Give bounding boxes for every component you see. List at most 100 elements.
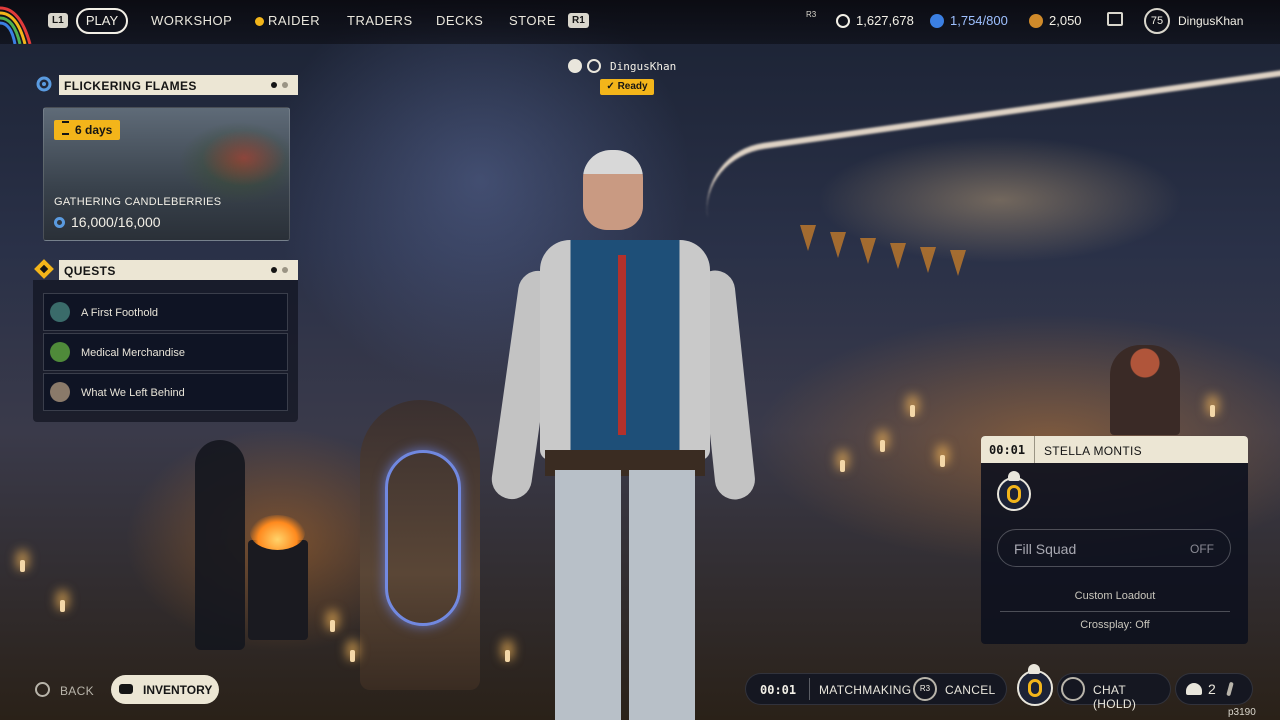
bunting-flag <box>800 225 816 251</box>
coins-value: 1,627,678 <box>856 13 914 28</box>
lobby-host-name: STELLA MONTIS <box>1044 444 1142 458</box>
fill-squad-toggle[interactable]: Fill Squad OFF <box>997 529 1231 567</box>
event-timer-badge: 6 days <box>54 120 121 140</box>
quest-giver-avatar-icon <box>50 342 70 362</box>
party-members-icon <box>1186 683 1202 695</box>
crown-icon <box>1008 471 1020 481</box>
matchmaking-bar: 00:01 MATCHMAKING R3 CANCEL <box>745 673 1007 705</box>
divider <box>1000 611 1230 612</box>
chat-label: CHAT (HOLD) <box>1093 683 1137 711</box>
event-progress: 16,000/16,000 <box>54 214 161 230</box>
player-name[interactable]: DingusKhan <box>1178 14 1243 28</box>
crown-icon <box>568 59 582 73</box>
candle <box>1210 405 1215 417</box>
player-level-badge: 75 <box>1144 8 1170 34</box>
circle-button-icon <box>35 682 50 697</box>
r3-hint: R3 <box>806 10 817 19</box>
chat-button-icon <box>1061 677 1085 701</box>
premium-value: 2,050 <box>1049 13 1082 28</box>
squad-member-name: DingusKhan <box>610 60 677 73</box>
fill-squad-value: OFF <box>1190 542 1214 556</box>
quest-item[interactable]: Medical Merchandise <box>43 333 288 371</box>
tab-traders[interactable]: TRADERS <box>347 13 413 28</box>
quest-label: A First Foothold <box>81 307 159 319</box>
quest-item[interactable]: A First Foothold <box>43 293 288 331</box>
character-legs <box>555 470 695 720</box>
candle <box>910 405 915 417</box>
currency-coins[interactable]: 1,627,678 <box>836 13 914 28</box>
bunting-flag <box>920 247 936 273</box>
bunting-flag <box>950 250 966 276</box>
r1-button-hint: R1 <box>568 13 589 28</box>
carousel-dot[interactable] <box>271 82 277 88</box>
crossplay-option[interactable]: Crossplay: Off <box>1000 619 1230 631</box>
tent-canopy <box>698 68 1280 218</box>
player-avatar[interactable] <box>1017 670 1053 706</box>
gear-icon <box>54 216 65 228</box>
carousel-dot[interactable] <box>282 82 288 88</box>
quest-giver-avatar-icon <box>50 302 70 322</box>
quest-giver-avatar-icon <box>50 382 70 402</box>
candle <box>20 560 25 572</box>
event-carousel-dots[interactable] <box>271 82 288 88</box>
tab-workshop[interactable]: WORKSHOP <box>151 13 232 28</box>
l1-button-hint: L1 <box>48 13 68 28</box>
character-head <box>583 150 643 230</box>
raider-tokens-value: 1,754/800 <box>950 13 1008 28</box>
event-card[interactable]: 6 days GATHERING CANDLEBERRIES 16,000/16… <box>43 107 290 241</box>
carousel-dot[interactable] <box>282 267 288 273</box>
premium-currency-icon <box>1029 13 1043 28</box>
raider-notification-icon <box>255 17 264 26</box>
lobby-timer: 00:01 <box>989 443 1026 457</box>
player-character <box>489 150 760 720</box>
touchpad-icon <box>119 684 133 694</box>
barrel-fire <box>250 515 305 550</box>
character-stripe <box>618 255 626 435</box>
candle <box>840 460 845 472</box>
currency-raider-tokens[interactable]: 1,754/800 <box>930 13 1008 28</box>
quests-title: QUESTS <box>64 264 116 278</box>
quest-item[interactable]: What We Left Behind <box>43 373 288 411</box>
raider-emblem-icon <box>1007 485 1021 503</box>
build-id: p3190 <box>1228 707 1256 718</box>
back-button[interactable]: BACK <box>60 684 94 698</box>
tab-decks[interactable]: DECKS <box>436 13 483 28</box>
vendor-npc <box>1110 345 1180 435</box>
tab-play[interactable]: PLAY <box>76 8 128 34</box>
coins-icon <box>836 13 850 28</box>
fill-squad-label: Fill Squad <box>1014 541 1077 557</box>
squad-slot-avatar[interactable] <box>997 477 1031 511</box>
party-button[interactable]: 2 <box>1175 673 1253 705</box>
event-title: FLICKERING FLAMES <box>64 79 197 93</box>
event-name: GATHERING CANDLEBERRIES <box>54 196 222 208</box>
matchmaking-label: MATCHMAKING <box>819 683 912 697</box>
crown-icon <box>1028 664 1040 674</box>
chat-button[interactable]: CHAT (HOLD) <box>1057 673 1171 711</box>
tab-store[interactable]: STORE <box>509 13 556 28</box>
currency-premium[interactable]: 2,050 <box>1029 13 1082 28</box>
candle <box>880 440 885 452</box>
inventory-label: INVENTORY <box>143 683 213 697</box>
tab-raider[interactable]: RAIDER <box>268 13 320 28</box>
divider <box>1034 436 1035 463</box>
cancel-matchmaking-button[interactable]: CANCEL <box>945 683 995 697</box>
matchmaking-timer: 00:01 <box>760 683 797 697</box>
candle <box>330 620 335 632</box>
party-count: 2 <box>1208 681 1217 697</box>
quests-carousel-dots[interactable] <box>271 267 288 273</box>
gear-icon <box>36 76 52 92</box>
candle <box>60 600 65 612</box>
event-timer: 6 days <box>75 123 113 137</box>
rainbow-logo-icon <box>0 6 32 44</box>
stick-icon <box>1226 681 1234 697</box>
inventory-button[interactable]: INVENTORY <box>111 675 219 704</box>
custom-loadout-option[interactable]: Custom Loadout <box>1000 590 1230 602</box>
mail-icon[interactable] <box>1107 12 1123 26</box>
lobby-header: 00:01 STELLA MONTIS <box>981 436 1248 463</box>
carousel-dot[interactable] <box>271 267 277 273</box>
neon-light <box>385 450 461 626</box>
raider-emblem-icon <box>1028 679 1042 697</box>
quests-panel-header: QUESTS <box>34 259 298 280</box>
event-progress-value: 16,000/16,000 <box>71 214 161 230</box>
quest-diamond-icon <box>34 259 54 279</box>
